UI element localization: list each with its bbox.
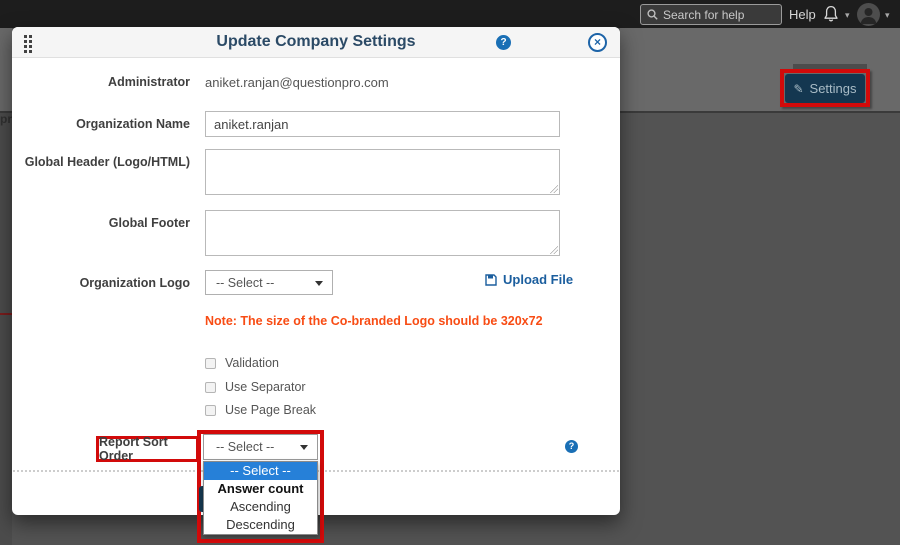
use-separator-label: Use Separator	[225, 380, 306, 394]
upload-file-icon	[485, 274, 497, 286]
select-arrow-icon	[315, 281, 323, 286]
page-divider-right	[620, 111, 900, 113]
report-sort-order-label: Report Sort Order	[99, 435, 196, 463]
use-page-break-label: Use Page Break	[225, 403, 316, 417]
avatar[interactable]	[857, 3, 880, 26]
close-icon[interactable]: ×	[588, 33, 607, 52]
select-arrow-icon	[300, 445, 308, 450]
global-footer-label: Global Footer	[20, 216, 190, 230]
modal-title: Update Company Settings	[12, 33, 620, 51]
report-sort-help-icon[interactable]: ?	[565, 440, 578, 453]
notifications-bell-icon[interactable]	[821, 4, 841, 24]
validation-label: Validation	[225, 356, 279, 370]
background-red-line	[0, 313, 12, 315]
report-sort-label-annotation-box: Report Sort Order	[96, 436, 199, 462]
logo-size-note: Note: The size of the Co-branded Logo sh…	[205, 314, 543, 328]
use-page-break-checkbox-row[interactable]: Use Page Break	[205, 403, 316, 417]
option-descending[interactable]: Descending	[204, 516, 317, 534]
resize-grip-icon[interactable]	[550, 185, 558, 193]
option-ascending[interactable]: Ascending	[204, 498, 317, 516]
organization-logo-select-value: -- Select --	[216, 276, 274, 290]
title-help-icon[interactable]: ?	[496, 35, 511, 50]
organization-name-input[interactable]	[205, 111, 560, 137]
background-text-fragment: pr	[0, 112, 12, 126]
administrator-label: Administrator	[20, 75, 190, 89]
global-header-label: Global Header (Logo/HTML)	[20, 155, 190, 169]
option-answer-count[interactable]: Answer count	[204, 480, 317, 498]
organization-logo-select[interactable]: -- Select --	[205, 270, 333, 295]
global-footer-textarea[interactable]	[205, 210, 560, 256]
report-sort-select-value: -- Select --	[216, 440, 274, 454]
search-icon	[647, 9, 658, 20]
use-separator-checkbox[interactable]	[205, 382, 216, 393]
search-placeholder: Search for help	[663, 8, 744, 22]
validation-checkbox[interactable]	[205, 358, 216, 369]
administrator-value: aniket.ranjan@questionpro.com	[205, 75, 389, 90]
organization-name-label: Organization Name	[20, 117, 190, 131]
app-root: Search for help Help ▾ ▾ pr ✎ Settings U	[0, 0, 900, 545]
dimmed-header-left	[0, 28, 12, 112]
settings-button[interactable]: ✎ Settings	[785, 74, 865, 103]
settings-button-label: Settings	[810, 81, 857, 96]
organization-logo-label: Organization Logo	[20, 276, 190, 290]
upload-file-link[interactable]: Upload File	[485, 272, 573, 287]
help-link[interactable]: Help	[789, 7, 816, 22]
use-separator-checkbox-row[interactable]: Use Separator	[205, 380, 306, 394]
report-sort-options-list: -- Select -- Answer count Ascending Desc…	[203, 461, 318, 535]
bell-caret-down-icon[interactable]: ▾	[845, 10, 850, 21]
use-page-break-checkbox[interactable]	[205, 405, 216, 416]
validation-checkbox-row[interactable]: Validation	[205, 356, 279, 370]
report-sort-select[interactable]: -- Select --	[203, 434, 318, 460]
avatar-caret-down-icon[interactable]: ▾	[885, 10, 890, 21]
pencil-icon: ✎	[793, 82, 803, 96]
dimmed-sidebar-strip	[0, 113, 12, 545]
option-select[interactable]: -- Select --	[204, 462, 317, 480]
upload-file-label: Upload File	[503, 272, 573, 287]
search-input[interactable]: Search for help	[640, 4, 782, 25]
resize-grip-icon[interactable]	[550, 246, 558, 254]
global-header-textarea[interactable]	[205, 149, 560, 195]
